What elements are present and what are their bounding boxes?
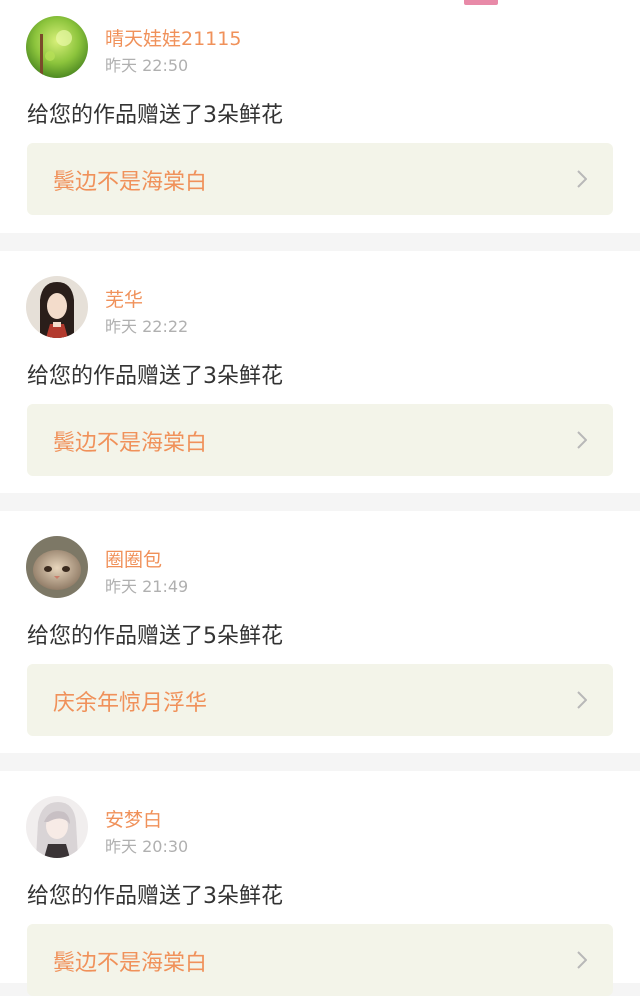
chevron-right-icon [577,170,587,188]
username[interactable]: 圈圈包 [105,545,162,572]
work-link[interactable]: 庆余年惊月浮华 [27,664,613,736]
timestamp: 昨天 22:22 [105,317,189,336]
notification-card: 晴天娃娃21115 昨天 22:50 给您的作品赠送了3朵鲜花 鬓边不是海棠白 [0,0,640,233]
user-avatar[interactable] [26,796,88,858]
timestamp: 昨天 22:50 [105,56,189,75]
chevron-right-icon [577,431,587,449]
gift-message: 给您的作品赠送了3朵鲜花 [27,103,283,128]
cat-avatar-icon [26,536,88,598]
work-title: 鬓边不是海棠白 [53,170,208,195]
user-avatar[interactable] [26,16,88,78]
notification-card: 芜华 昨天 22:22 给您的作品赠送了3朵鲜花 鬓边不是海棠白 [0,251,640,493]
work-link[interactable]: 鬓边不是海棠白 [27,143,613,215]
work-title: 鬓边不是海棠白 [53,431,208,456]
green-forest-avatar-icon [26,16,88,78]
notification-card: 安梦白 昨天 20:30 给您的作品赠送了3朵鲜花 鬓边不是海棠白 [0,771,640,996]
gift-message: 给您的作品赠送了3朵鲜花 [27,884,283,909]
gift-message: 给您的作品赠送了3朵鲜花 [27,364,283,389]
username[interactable]: 芜华 [105,285,143,312]
work-title: 鬓边不是海棠白 [53,951,208,976]
work-link[interactable]: 鬓边不是海棠白 [27,924,613,996]
notification-card: 圈圈包 昨天 21:49 给您的作品赠送了5朵鲜花 庆余年惊月浮华 [0,511,640,753]
gift-message: 给您的作品赠送了5朵鲜花 [27,624,283,649]
username[interactable]: 晴天娃娃21115 [105,24,241,51]
work-title: 庆余年惊月浮华 [53,691,208,716]
user-avatar[interactable] [26,536,88,598]
chevron-right-icon [577,691,587,709]
timestamp: 昨天 21:49 [105,577,189,596]
username[interactable]: 安梦白 [105,805,162,832]
ancient-man-avatar-icon [26,276,88,338]
timestamp: 昨天 20:30 [105,837,189,856]
work-link[interactable]: 鬓边不是海棠白 [27,404,613,476]
active-tab-indicator [464,0,498,5]
anime-girl-avatar-icon [26,796,88,858]
user-avatar[interactable] [26,276,88,338]
chevron-right-icon [577,951,587,969]
